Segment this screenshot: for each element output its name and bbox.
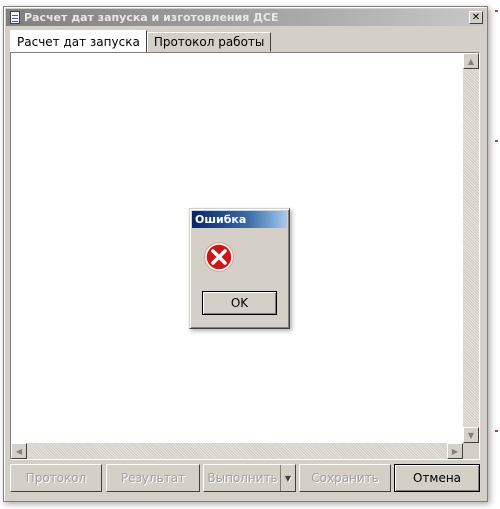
scrollbar-corner (463, 443, 479, 459)
tab-launch-dates[interactable]: Расчет дат запуска (10, 30, 147, 52)
button-bar: Протокол Результат Выполнить ▼ Сохранить… (10, 464, 480, 494)
scroll-left-button[interactable]: ◀ (11, 443, 27, 459)
close-button[interactable]: ✕ (469, 11, 483, 24)
scroll-right-button[interactable]: ▶ (447, 443, 463, 459)
error-icon (204, 242, 234, 272)
result-button[interactable]: Результат (106, 464, 200, 492)
execute-split-button[interactable]: Выполнить ▼ (203, 464, 296, 492)
background-mark (495, 10, 498, 12)
background-mark (495, 430, 498, 432)
window-titlebar[interactable]: Расчет дат запуска и изготовления ДСЕ ✕ (6, 9, 485, 26)
save-button[interactable]: Сохранить (299, 464, 391, 492)
vertical-scrollbar[interactable]: ▲ ▼ (463, 53, 479, 443)
tab-strip: Расчет дат запуска Протокол работы (10, 30, 272, 52)
protocol-button[interactable]: Протокол (10, 464, 102, 492)
chevron-down-icon[interactable]: ▼ (280, 465, 295, 491)
execute-button-label: Выполнить (207, 471, 278, 485)
cancel-button[interactable]: Отмена (394, 464, 480, 492)
close-icon: ✕ (471, 11, 481, 23)
document-icon (9, 10, 21, 25)
horizontal-scrollbar[interactable]: ◀ ▶ (11, 443, 463, 459)
ok-button[interactable]: OK (202, 291, 277, 315)
window-title: Расчет дат запуска и изготовления ДСЕ (24, 11, 279, 24)
dialog-title[interactable]: Ошибка (192, 211, 287, 228)
tab-work-protocol[interactable]: Протокол работы (146, 32, 272, 52)
background-mark (495, 140, 498, 142)
error-dialog: Ошибка OK (189, 208, 290, 329)
scroll-up-button[interactable]: ▲ (463, 53, 479, 69)
arrow-right-icon: ▶ (451, 446, 459, 456)
background-app-strip (492, 0, 500, 509)
arrow-down-icon: ▼ (467, 430, 475, 440)
arrow-up-icon: ▲ (467, 56, 475, 66)
arrow-left-icon: ◀ (15, 446, 23, 456)
scroll-down-button[interactable]: ▼ (463, 427, 479, 443)
